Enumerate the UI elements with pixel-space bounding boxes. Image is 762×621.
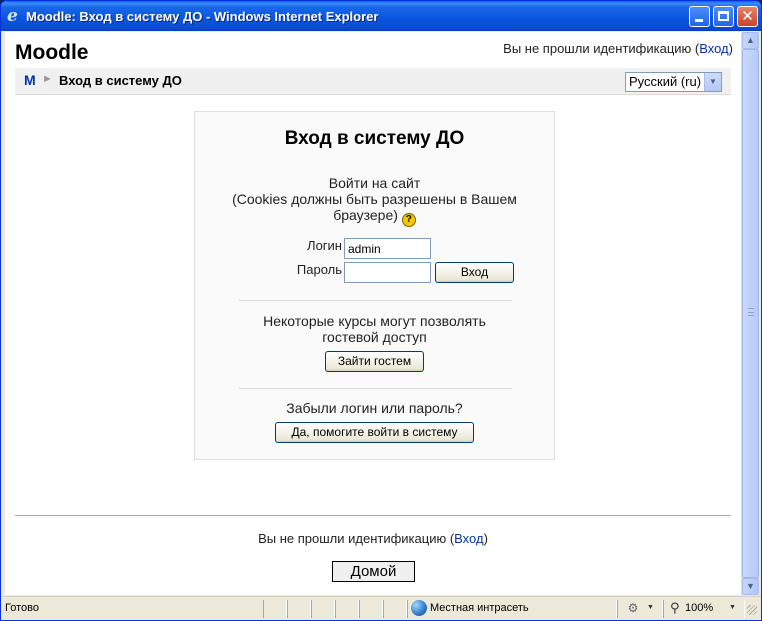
login-button[interactable]: Вход [435,262,514,283]
minimize-icon [695,19,703,22]
browser-window: e Moodle: Вход в систему ДО - Windows In… [0,0,762,621]
login-info-suffix: ) [483,531,488,546]
status-text: Готово [5,602,39,614]
page-viewport: Moodle Вы не прошли идентификацию (Вход)… [5,32,741,595]
password-label: Пароль [296,262,342,277]
status-cell [311,600,335,618]
login-info-top: Вы не прошли идентификацию (Вход) [503,41,733,56]
cookies-note: (Cookies должны быть разрешены в Вашем б… [232,191,517,223]
status-bar: Готово Местная интрасеть ⚙ ▼ ⚲ 100% ▼ [1,596,761,620]
breadcrumb: M ► Вход в систему ДО Русский (ru) ▼ [15,68,731,95]
breadcrumb-current: Вход в систему ДО [59,73,182,88]
footer-divider [15,515,731,516]
login-link-bottom[interactable]: Вход [454,531,483,546]
guest-access-text: Некоторые курсы могут позволять гостевой… [263,313,486,345]
ie-logo-icon: e [7,6,18,26]
window-title: Moodle: Вход в систему ДО - Windows Inte… [26,9,379,24]
site-name: Moodle [15,41,89,64]
status-cell [335,600,359,618]
forgot-password-text: Забыли логин или пароль? [286,400,463,416]
login-info-prefix: Вы не прошли идентификацию ( [258,531,455,546]
username-input[interactable] [344,238,431,259]
scroll-down-icon[interactable]: ▼ [742,578,759,595]
scroll-up-icon[interactable]: ▲ [742,32,759,49]
resize-grip-icon[interactable] [747,605,757,615]
help-icon[interactable]: ? [401,213,416,227]
status-cell [287,600,311,618]
close-icon: ✕ [741,7,754,25]
language-selected-value: Русский (ru) [629,74,702,89]
login-info-bottom: Вы не прошли идентификацию (Вход) [5,531,741,546]
grip-icon [748,308,754,316]
login-description: Войти на сайт (Cookies должны быть разре… [215,175,534,227]
chevron-down-icon[interactable]: ▼ [704,73,721,91]
forgot-password-button[interactable]: Да, помогите войти в систему [275,422,474,443]
breadcrumb-home-link[interactable]: M [24,72,36,88]
maximize-button[interactable] [713,6,734,27]
login-info-suffix: ) [728,41,733,56]
home-button[interactable]: Домой [332,561,415,582]
login-desc-line1: Войти на сайт [328,175,421,191]
protected-mode-icon[interactable]: ⚙ [626,601,640,615]
breadcrumb-separator-icon: ► [42,73,53,85]
language-select[interactable]: Русский (ru) ▼ [625,72,722,92]
chevron-down-icon[interactable]: ▼ [729,604,736,611]
minimize-button[interactable] [689,6,710,27]
divider [239,388,512,389]
security-zone-text: Местная интрасеть [430,602,529,614]
title-bar[interactable]: e Moodle: Вход в систему ДО - Windows In… [1,1,761,31]
login-info-prefix: Вы не прошли идентификацию ( [503,41,700,56]
zoom-icon[interactable]: ⚲ [670,600,680,616]
protected-mode-cell [617,600,663,618]
divider [239,300,512,301]
vertical-scrollbar[interactable]: ▲ ▼ [741,32,759,595]
login-box: Вход в систему ДО Войти на сайт (Cookies… [194,111,555,460]
intranet-globe-icon [411,600,427,616]
login-title: Вход в систему ДО [284,128,465,149]
scroll-thumb[interactable] [742,49,759,578]
login-desc-line2: (Cookies должны быть разрешены в Вашем б… [215,191,534,227]
guest-login-button[interactable]: Зайти гостем [325,351,424,372]
status-cell [359,600,383,618]
login-link-top[interactable]: Вход [699,41,728,56]
password-input[interactable] [344,262,431,283]
close-button[interactable]: ✕ [737,6,758,27]
username-label: Логин [307,238,342,253]
maximize-icon [718,11,729,21]
chevron-down-icon[interactable]: ▼ [647,604,654,611]
status-cell [263,600,287,618]
zoom-level[interactable]: 100% [685,602,713,614]
status-cell [383,600,407,618]
